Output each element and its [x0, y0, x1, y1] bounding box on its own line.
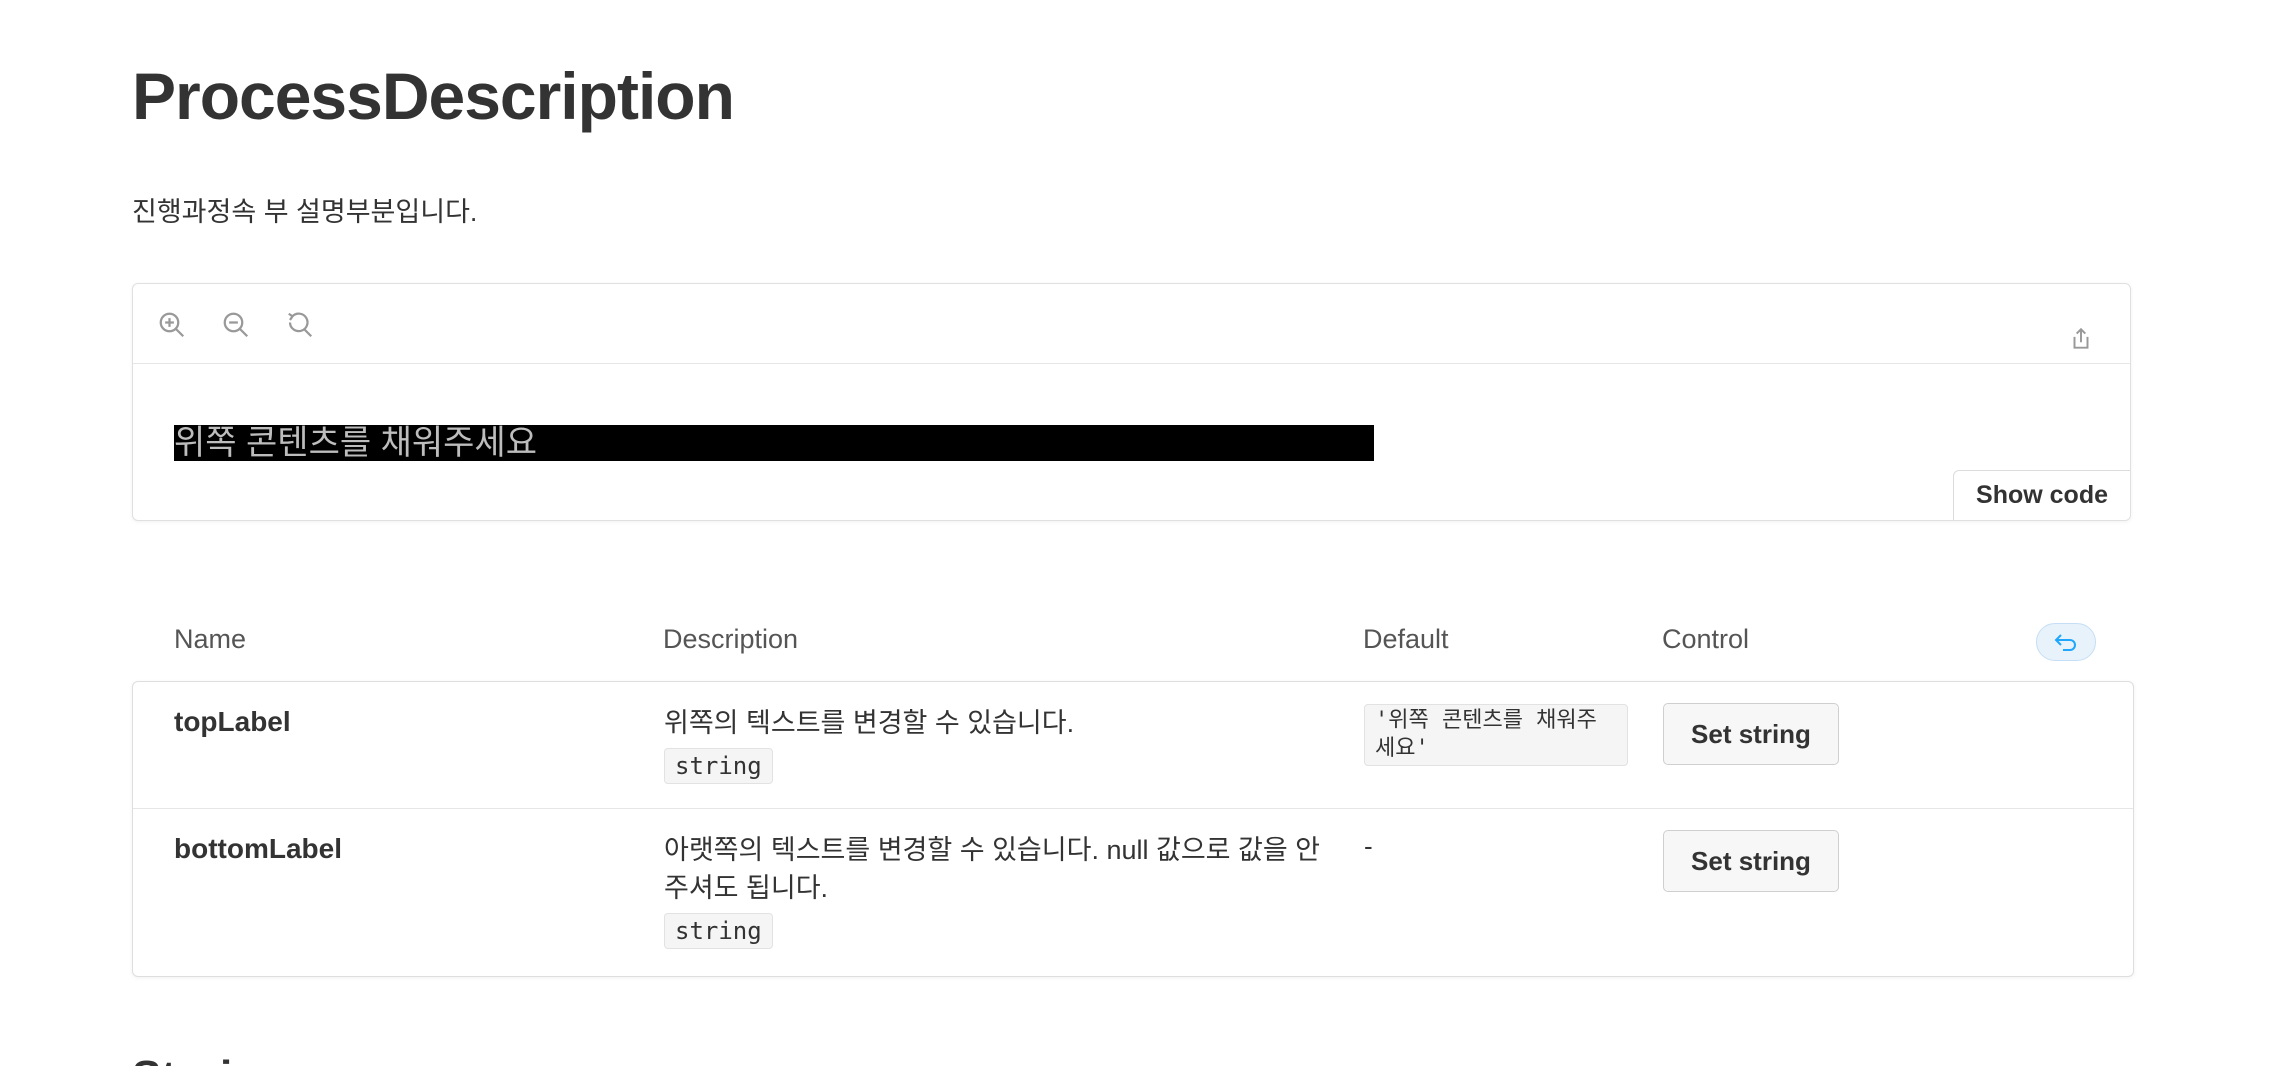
arg-type: string — [664, 748, 773, 784]
column-header-description: Description — [663, 624, 799, 654]
show-code-button[interactable]: Show code — [1953, 470, 2130, 520]
page-title: ProcessDescription — [132, 59, 735, 133]
stories-heading: Stories — [132, 1052, 281, 1066]
table-row: bottomLabel 아랫쪽의 텍스트를 변경할 수 있습니다. null 값… — [133, 809, 2133, 977]
zoom-out-button[interactable] — [219, 308, 253, 342]
set-string-button[interactable]: Set string — [1663, 703, 1839, 765]
arg-default: - — [1364, 831, 1373, 861]
arg-description-cell: 아랫쪽의 텍스트를 변경할 수 있습니다. null 값으로 값을 안 주셔도 … — [664, 831, 1324, 949]
zoom-out-icon — [223, 312, 249, 338]
reset-zoom-icon — [288, 312, 313, 338]
arg-default: '위쪽 콘텐츠를 채워주세요' — [1364, 704, 1628, 766]
args-table: topLabel 위쪽의 텍스트를 변경할 수 있습니다. string '위쪽… — [132, 681, 2134, 977]
undo-icon — [2054, 634, 2076, 651]
share-icon — [2073, 327, 2089, 349]
canvas-toolbar — [133, 284, 2130, 364]
table-row: topLabel 위쪽의 텍스트를 변경할 수 있습니다. string '위쪽… — [133, 682, 2133, 809]
arg-name: topLabel — [174, 706, 291, 737]
arg-type: string — [664, 913, 773, 949]
arg-description-cell: 위쪽의 텍스트를 변경할 수 있습니다. string — [664, 704, 1324, 784]
reset-zoom-button[interactable] — [283, 308, 317, 342]
preview-top-label: 위쪽 콘텐츠를 채워주세요 — [174, 425, 1374, 461]
story-preview-canvas: 위쪽 콘텐츠를 채워주세요 Show code — [132, 283, 2131, 521]
arg-name: bottomLabel — [174, 833, 342, 864]
column-header-default: Default — [1363, 624, 1449, 654]
arg-description: 아랫쪽의 텍스트를 변경할 수 있습니다. null 값으로 값을 안 주셔도 … — [664, 835, 1321, 903]
zoom-in-button[interactable] — [155, 308, 189, 342]
zoom-in-icon — [159, 312, 185, 338]
docs-page: ProcessDescription 진행과정속 부 설명부분입니다. 위쪽 콘… — [0, 0, 2272, 1066]
arg-description: 위쪽의 텍스트를 변경할 수 있습니다. — [664, 708, 1075, 738]
share-button[interactable] — [2066, 324, 2096, 354]
column-header-control: Control — [1662, 624, 1750, 654]
page-description: 진행과정속 부 설명부분입니다. — [132, 197, 478, 227]
reset-controls-button[interactable] — [2036, 623, 2096, 661]
column-header-name: Name — [174, 624, 247, 654]
set-string-button[interactable]: Set string — [1663, 830, 1839, 892]
